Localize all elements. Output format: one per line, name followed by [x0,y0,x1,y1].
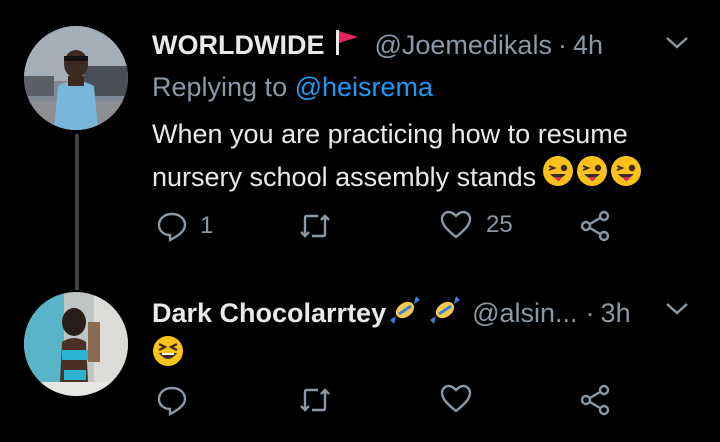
share-icon [580,210,610,242]
red-flag-icon [334,28,360,63]
retweet-button[interactable] [298,384,342,416]
retweet-button[interactable] [298,210,342,242]
candy-icon [388,294,422,333]
thread-line [75,134,79,290]
tweet-text [152,334,184,379]
reply-button[interactable]: 1 [156,210,213,242]
like-button[interactable] [440,384,486,414]
tweet-text: When you are practicing how to resume nu… [152,113,642,199]
reply-icon [156,210,188,242]
user-handle[interactable]: @alsin... [472,298,577,329]
retweet-icon [298,210,332,242]
separator-dot: · [557,30,567,60]
laughing-squint-emoji [152,335,184,379]
replying-to-label: Replying to [152,72,288,102]
display-name[interactable]: WORLDWIDE [152,30,324,61]
winking-tongue-emoji [610,155,642,199]
replying-to-mention[interactable]: @heisrema [295,72,433,102]
timestamp[interactable]: 3h [601,298,631,329]
timestamp[interactable]: 4h [573,30,603,61]
avatar-dark-chocolarrtey[interactable] [24,292,128,396]
tweet-1-header: WORLDWIDE @Joemedikals · 4h [152,28,603,63]
reply-button[interactable] [156,384,200,416]
tweet-1-actions: 1 25 [152,210,672,250]
replying-to-line: Replying to @heisrema [152,72,433,103]
heart-icon [440,210,472,240]
tweet-2-header: Dark Chocolarrtey @alsin... · 3h [152,294,631,333]
retweet-icon [298,384,332,416]
tweet-2-actions [152,384,672,424]
separator-dot: · [585,298,595,328]
tweet-1[interactable]: WORLDWIDE @Joemedikals · 4h Replying to … [0,0,720,290]
share-icon [580,384,610,416]
share-button[interactable] [580,384,610,416]
like-button[interactable]: 25 [440,210,513,240]
avatar-worldwide[interactable] [24,26,128,130]
chevron-down-icon[interactable] [664,34,690,57]
candy-icon [428,294,462,333]
display-name[interactable]: Dark Chocolarrtey [152,298,386,329]
chevron-down-icon[interactable] [664,300,690,323]
tweet-text-line-1: When you are practicing how to resume [152,119,628,149]
like-count: 25 [486,211,513,238]
winking-tongue-emoji [542,155,574,199]
tweet-text-line-2: nursery school assembly stands [152,162,537,192]
user-handle[interactable]: @Joemedikals [374,30,551,61]
winking-tongue-emoji [576,155,608,199]
tweet-2[interactable]: Dark Chocolarrtey @alsin... · 3h [0,280,720,442]
heart-icon [440,384,472,414]
reply-count: 1 [200,212,214,239]
share-button[interactable] [580,210,610,242]
reply-icon [156,384,188,416]
